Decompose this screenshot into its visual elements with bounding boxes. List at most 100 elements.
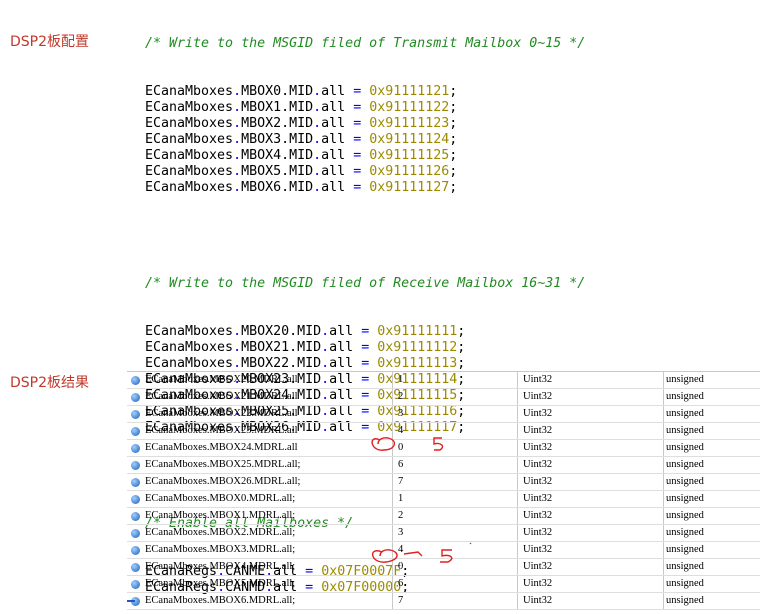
code-semicolon: ; [449,148,458,163]
watch-type-cell: Uint32 [518,389,664,405]
watch-value-cell[interactable]: 4 [393,423,518,439]
watch-value-cell[interactable]: 3 [393,525,518,541]
watch-name-cell[interactable]: ECanaMboxes.MBOX24.MDRL.all [127,440,393,456]
code-dot-operator: . [233,324,242,339]
code-assign-operator: = [345,116,370,131]
watch-name-cell[interactable]: ECanaMboxes.MBOX23.MDRL.all [127,423,393,439]
config-label: DSP2板配置 [10,34,90,50]
watch-type-cell: Uint32 [518,423,664,439]
watch-expression: ECanaMboxes.MBOX24.MDRL.all [145,442,298,453]
code-semicolon: ; [449,116,458,131]
code-struct-name: ECanaMboxes [145,84,234,99]
watch-name-cell[interactable]: ECanaMboxes.MBOX5.MDRL.all; [127,576,393,592]
watch-variable-icon [131,409,140,419]
watch-value-cell[interactable]: 7 [393,474,518,490]
watch-variable-icon [131,375,140,385]
code-member-name: all [321,148,346,163]
watch-name-cell[interactable]: ECanaMboxes.MBOX26.MDRL.all; [127,474,393,490]
watch-name-cell[interactable]: ECanaMboxes.MBOX4.MDRL.all; [127,559,393,575]
watch-row[interactable]: ECanaMboxes.MBOX24.MDRL.all 0 Uint32 unsign… [127,440,760,457]
watch-name-cell[interactable]: ECanaMboxes.MBOX25.MDRL.all; [127,457,393,473]
watch-type-cell: Uint32 [518,372,664,388]
watch-value-cell[interactable]: 0 [393,440,518,456]
code-member-name: all [329,324,354,339]
code-line: ECanaMboxes.MBOX0.MID.all = 0x91111121; [145,84,585,100]
watch-type-cell: Uint32 [518,542,664,558]
watch-row[interactable]: ECanaMboxes.MBOX0.MDRL.all; 1 Uint32 unsign… [127,491,760,508]
watch-value-cell[interactable]: 2 [393,389,518,405]
watch-expression: ECanaMboxes.MBOX1.MDRL.all; [145,510,296,521]
watch-name-cell[interactable]: ECanaMboxes.MBOX0.MDRL.all; [127,491,393,507]
code-semicolon: ; [457,356,466,371]
watch-value-cell[interactable]: 6 [393,457,518,473]
code-dot-operator: . [321,340,330,355]
watch-value-cell[interactable]: 4 [393,542,518,558]
watch-value-cell[interactable]: 1 [393,372,518,388]
code-member-name: all [321,164,346,179]
code-assign-operator: = [345,164,370,179]
watch-value-cell[interactable]: 6 [393,576,518,592]
code-hex-value: 0x91111121 [369,84,450,99]
watch-expression: ECanaMboxes.MBOX3.MDRL.all; [145,544,296,555]
watch-row[interactable]: ECanaMboxes.MBOX5.MDRL.all; 6 Uint32 unsign… [127,576,760,593]
code-hex-value: 0x91111122 [369,100,450,115]
watch-row[interactable]: ECanaMboxes.MBOX20.MDRL.all 1 Uint32 unsign… [127,372,760,389]
watch-variable-icon [131,528,140,538]
code-dot-operator: . [313,164,322,179]
watch-row[interactable]: ECanaMboxes.MBOX25.MDRL.all; 6 Uint32 unsig… [127,457,760,474]
watch-name-cell[interactable]: ECanaMboxes.MBOX21.MDRL.all [127,389,393,405]
code-semicolon: ; [449,100,458,115]
watch-name-cell[interactable]: ECanaMboxes.MBOX3.MDRL.all; [127,542,393,558]
watch-value-cell[interactable]: 0 [393,559,518,575]
watch-value-cell[interactable]: 1 [393,491,518,507]
watch-variable-icon [131,426,140,436]
watch-name-cell[interactable]: ECanaMboxes.MBOX20.MDRL.all [127,372,393,388]
watch-type-cell: Uint32 [518,576,664,592]
watch-row[interactable]: ECanaMboxes.MBOX6.MDRL.all; 7 Uint32 unsign… [127,593,760,610]
watch-variable-icon [131,460,140,470]
watch-value-cell[interactable]: 2 [393,508,518,524]
watch-name-cell[interactable]: ECanaMboxes.MBOX1.MDRL.all; [127,508,393,524]
code-line: ECanaMboxes.MBOX1.MID.all = 0x91111122; [145,100,585,116]
watch-name-cell[interactable]: ECanaMboxes.MBOX6.MDRL.all; [127,593,393,609]
watch-value-cell[interactable]: 3 [393,406,518,422]
watch-name-cell[interactable]: ECanaMboxes.MBOX2.MDRL.all; [127,525,393,541]
watch-expression: ECanaMboxes.MBOX4.MDRL.all; [145,561,296,572]
result-label: DSP2板结果 [10,375,90,391]
watch-row[interactable]: ECanaMboxes.MBOX21.MDRL.all 2 Uint32 unsign… [127,389,760,406]
code-struct-name: ECanaMboxes [145,116,234,131]
code-hex-value: 0x91111127 [369,180,450,195]
watch-row[interactable]: ECanaMboxes.MBOX3.MDRL.all; 4 Uint32 unsign… [127,542,760,559]
code-dot-operator: . [313,100,322,115]
code-dot-operator: . [233,164,242,179]
watch-format-cell: unsigned [666,476,704,487]
code-field-name: MBOX3.MID [241,132,314,147]
code-line: ECanaMboxes.MBOX4.MID.all = 0x91111125; [145,148,585,164]
watch-row[interactable]: ECanaMboxes.MBOX26.MDRL.all; 7 Uint32 unsig… [127,474,760,491]
code-struct-name: ECanaMboxes [145,180,234,195]
watch-name-cell[interactable]: ECanaMboxes.MBOX22.MDRL.all [127,406,393,422]
code-hex-value: 0x91111124 [369,132,450,147]
watch-row[interactable]: ECanaMboxes.MBOX22.MDRL.all 3 Uint32 unsign… [127,406,760,423]
transmit-comment: /* Write to the MSGID filed of Transmit … [145,36,586,51]
watch-value-cell[interactable]: 7 [393,593,518,609]
table-scroll-marker[interactable] [127,600,135,602]
watch-row[interactable]: ECanaMboxes.MBOX1.MDRL.all; 2 Uint32 unsign… [127,508,760,525]
watch-expression: ECanaMboxes.MBOX21.MDRL.all [145,391,298,402]
code-struct-name: ECanaMboxes [145,132,234,147]
code-dot-operator: . [313,84,322,99]
watch-variable-icon [131,477,140,487]
code-semicolon: ; [449,84,458,99]
watch-row[interactable]: ECanaMboxes.MBOX2.MDRL.all; 3 Uint32 unsign… [127,525,760,542]
code-hex-value: 0x91111111 [377,324,458,339]
watch-row[interactable]: ECanaMboxes.MBOX23.MDRL.all 4 Uint32 unsign… [127,423,760,440]
watch-format-cell: unsigned [666,561,704,572]
code-field-name: MBOX4.MID [241,148,314,163]
code-semicolon: ; [449,164,458,179]
watch-variable-icon [131,511,140,521]
watch-type-cell: Uint32 [518,508,664,524]
watch-row[interactable]: ECanaMboxes.MBOX4.MDRL.all; 0 Uint32 unsign… [127,559,760,576]
watch-expression: ECanaMboxes.MBOX2.MDRL.all; [145,527,296,538]
watch-format-cell: unsigned [666,459,704,470]
code-field-name: MBOX2.MID [241,116,314,131]
